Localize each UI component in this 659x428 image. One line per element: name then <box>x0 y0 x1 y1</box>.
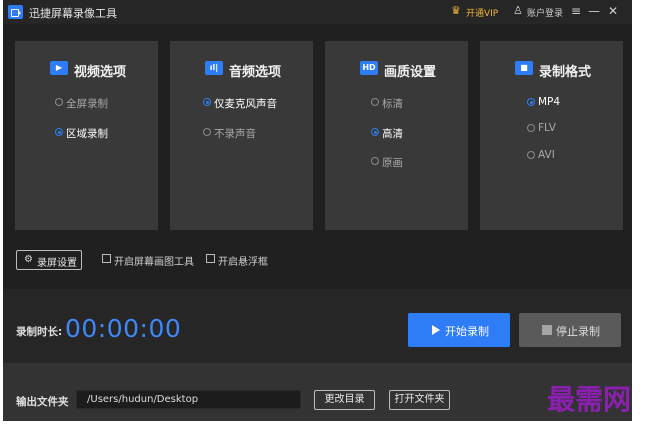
panel-title: 视频选项 <box>74 65 127 80</box>
output-folder-label: 输出文件夹 <box>16 396 69 408</box>
options-area: ▶ 视频选项 全屏录制 区域录制 ıl| 音频选项 仅麦克风声音 不录声音 HD… <box>3 24 632 289</box>
option-label: 仅麦克风声音 <box>214 98 277 110</box>
panel-header: ıl| 音频选项 <box>170 61 313 80</box>
record-format-panel: ■ 录制格式 MP4 FLV AVI <box>480 41 623 230</box>
radio-button[interactable] <box>55 128 63 136</box>
output-path-field[interactable] <box>76 390 301 409</box>
start-recording-label: 开始录制 <box>445 325 489 338</box>
open-folder-button[interactable]: 打开文件夹 <box>389 390 450 410</box>
stop-recording-label: 停止录制 <box>556 325 600 338</box>
option-label: 高清 <box>382 128 403 140</box>
app-window: 迅捷屏幕录像工具 ♛ 开通VIP ♙ 账户登录 ≡ — ✕ ▶ 视频选项 全屏录… <box>3 0 632 421</box>
radio-button[interactable] <box>527 98 535 106</box>
checkbox-label: 开启悬浮框 <box>218 257 268 268</box>
checkbox-label: 开启屏幕画图工具 <box>114 257 194 268</box>
user-icon[interactable]: ♙ <box>513 5 525 17</box>
recording-timer: 00:00:00 <box>65 314 182 343</box>
vip-link[interactable]: 开通VIP <box>466 6 498 19</box>
watermark-text: 最需网 <box>547 383 632 416</box>
hd-icon: HD <box>360 61 378 75</box>
option-label: 区域录制 <box>66 128 108 140</box>
gear-icon: ⚙ <box>24 254 33 265</box>
panel-title: 画质设置 <box>384 65 437 80</box>
stop-icon <box>542 325 552 335</box>
menu-button[interactable]: ≡ <box>569 3 583 19</box>
record-settings-label: 录屏设置 <box>37 258 77 269</box>
record-settings-button[interactable]: ⚙ 录屏设置 <box>16 250 82 270</box>
app-title: 迅捷屏幕录像工具 <box>29 7 117 20</box>
panel-title: 录制格式 <box>539 65 592 80</box>
video-options-panel: ▶ 视频选项 全屏录制 区域录制 <box>15 41 158 230</box>
recording-bar: 录制时长: 00:00:00 开始录制 停止录制 <box>3 289 632 363</box>
camera-icon: ■ <box>515 61 533 75</box>
quality-settings-panel: HD 画质设置 标清 高清 原画 <box>325 41 468 230</box>
video-play-icon: ▶ <box>50 61 68 75</box>
duration-label: 录制时长: <box>16 326 63 338</box>
option-label: 不录声音 <box>214 128 256 140</box>
vip-crown-icon[interactable]: ♛ <box>451 5 463 17</box>
option-label: 原画 <box>382 157 403 169</box>
option-label: FLV <box>538 122 556 134</box>
radio-button[interactable] <box>55 98 63 106</box>
checkbox[interactable] <box>102 254 111 263</box>
option-label: MP4 <box>538 96 561 108</box>
radio-button[interactable] <box>371 98 379 106</box>
checkbox[interactable] <box>206 254 215 263</box>
change-directory-button[interactable]: 更改目录 <box>314 390 375 410</box>
panel-title: 音频选项 <box>229 65 282 80</box>
start-recording-button[interactable]: 开始录制 <box>408 313 510 347</box>
radio-button[interactable] <box>203 128 211 136</box>
audio-options-panel: ıl| 音频选项 仅麦克风声音 不录声音 <box>170 41 313 230</box>
radio-button[interactable] <box>527 151 535 159</box>
play-icon <box>432 325 440 335</box>
radio-button[interactable] <box>527 124 535 132</box>
app-logo-icon <box>8 5 23 19</box>
panel-header: ▶ 视频选项 <box>15 61 158 80</box>
stop-recording-button[interactable]: 停止录制 <box>519 313 621 347</box>
radio-button[interactable] <box>203 98 211 106</box>
option-label: 标清 <box>382 98 403 110</box>
title-bar: 迅捷屏幕录像工具 ♛ 开通VIP ♙ 账户登录 ≡ — ✕ <box>3 0 632 24</box>
option-label: AVI <box>538 149 555 161</box>
option-label: 全屏录制 <box>66 98 108 110</box>
minimize-button[interactable]: — <box>587 3 601 19</box>
audio-wave-icon: ıl| <box>205 61 223 75</box>
close-button[interactable]: ✕ <box>606 3 620 19</box>
login-link[interactable]: 账户登录 <box>527 6 563 19</box>
panel-header: HD 画质设置 <box>325 61 468 80</box>
radio-button[interactable] <box>371 157 379 165</box>
output-bar: 输出文件夹 更改目录 打开文件夹 <box>3 363 632 421</box>
panel-header: ■ 录制格式 <box>480 61 623 80</box>
radio-button[interactable] <box>371 128 379 136</box>
